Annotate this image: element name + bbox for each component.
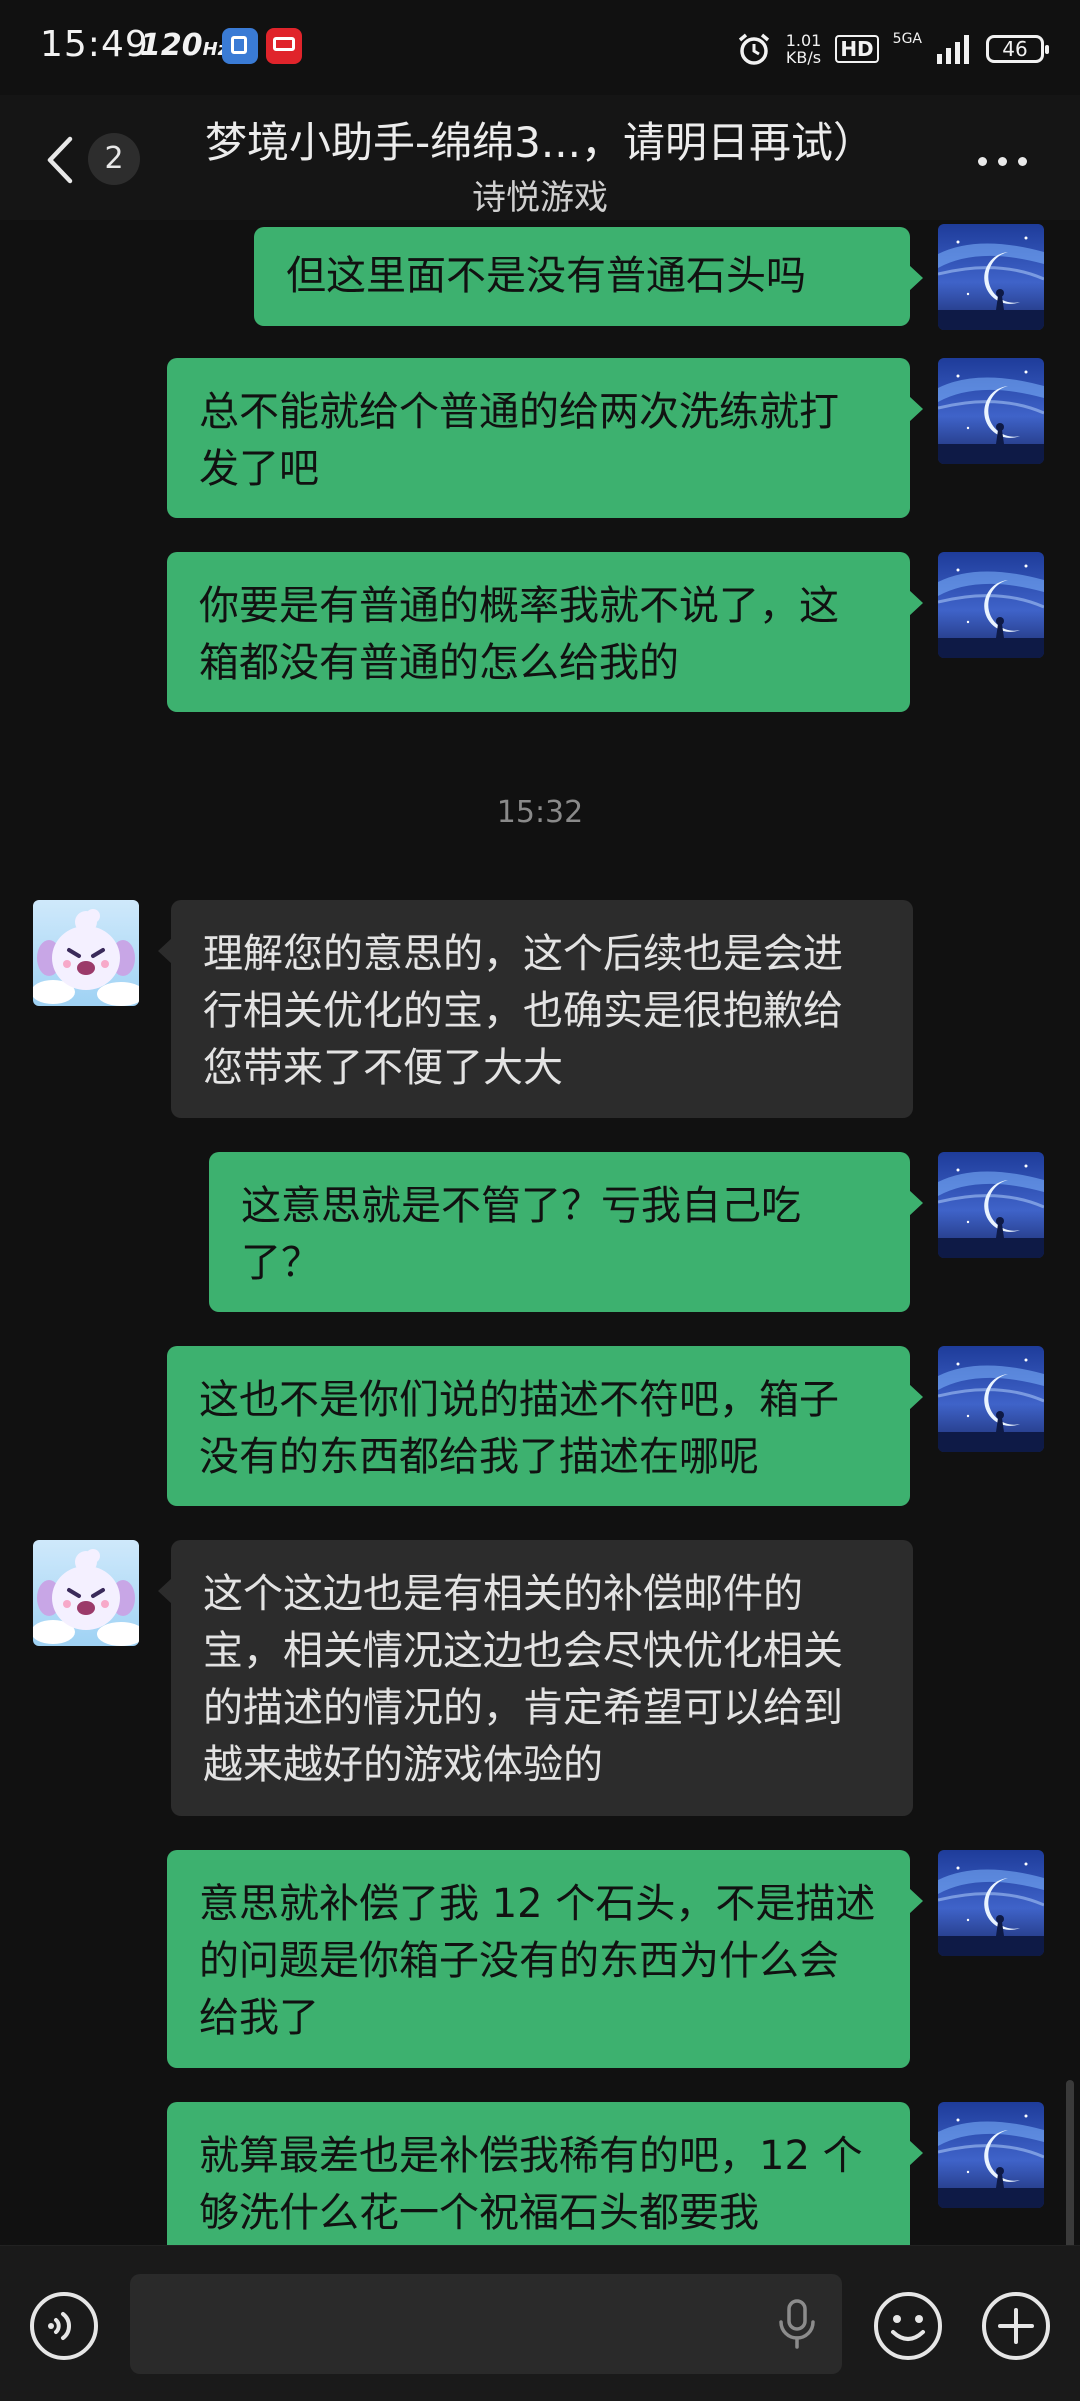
night-sky-avatar-icon bbox=[938, 552, 1044, 658]
refresh-rate: 120Hz bbox=[140, 28, 229, 63]
network-type: 5GA bbox=[892, 31, 922, 47]
plus-icon bbox=[982, 2292, 1050, 2360]
input-bar bbox=[0, 2245, 1080, 2401]
network-speed: 1.01 KB/s bbox=[785, 31, 822, 67]
my-avatar[interactable] bbox=[938, 1850, 1044, 1956]
cloud-bear-avatar-icon bbox=[33, 900, 139, 1006]
hd-badge: HD bbox=[835, 35, 879, 63]
my-avatar[interactable] bbox=[938, 224, 1044, 330]
app-notification-icon bbox=[266, 28, 302, 64]
cloud-bear-avatar-icon bbox=[33, 1540, 139, 1646]
my-avatar[interactable] bbox=[938, 1152, 1044, 1258]
message-timestamp: 15:32 bbox=[496, 795, 584, 830]
unread-count-badge[interactable]: 2 bbox=[88, 133, 140, 185]
outgoing-message-bubble[interactable]: 总不能就给个普通的给两次洗练就打发了吧 bbox=[167, 358, 923, 518]
incoming-message-bubble[interactable]: 这个这边也是有相关的补偿邮件的宝，相关情况这边也会尽快优化相关的描述的情况的，肯… bbox=[158, 1540, 913, 1816]
signal-icon bbox=[936, 34, 972, 64]
assistant-avatar[interactable] bbox=[33, 1540, 139, 1646]
outgoing-message-bubble[interactable]: 你要是有普通的概率我就不说了，这箱都没有普通的怎么给我的 bbox=[167, 552, 923, 712]
night-sky-avatar-icon bbox=[938, 1346, 1044, 1452]
more-dot-icon bbox=[998, 157, 1007, 166]
chat-title: 梦境小助手-绵绵3...，请明日再试） bbox=[205, 118, 875, 167]
app-notification-icon bbox=[222, 28, 258, 64]
emoji-button[interactable] bbox=[872, 2290, 944, 2362]
alarm-icon bbox=[736, 31, 772, 67]
emoji-icon bbox=[874, 2292, 942, 2360]
night-sky-avatar-icon bbox=[938, 1850, 1044, 1956]
chat-subtitle: 诗悦游戏 bbox=[472, 178, 608, 218]
more-dot-icon bbox=[1018, 157, 1027, 166]
night-sky-avatar-icon bbox=[938, 1152, 1044, 1258]
battery-icon: 46 bbox=[986, 35, 1049, 63]
outgoing-message-bubble[interactable]: 但这里面不是没有普通石头吗 bbox=[254, 227, 923, 326]
voice-button[interactable] bbox=[28, 2290, 100, 2362]
my-avatar[interactable] bbox=[938, 552, 1044, 658]
chevron-left-icon bbox=[47, 136, 73, 184]
microphone-icon[interactable] bbox=[776, 2298, 818, 2350]
back-button[interactable] bbox=[40, 135, 80, 185]
my-avatar[interactable] bbox=[938, 1346, 1044, 1452]
outgoing-message-bubble[interactable]: 这意思就是不管了？亏我自己吃了？ bbox=[209, 1152, 923, 1312]
assistant-avatar[interactable] bbox=[33, 900, 139, 1006]
chat-header: 2 梦境小助手-绵绵3...，请明日再试） 诗悦游戏 bbox=[0, 95, 1080, 220]
night-sky-avatar-icon bbox=[938, 224, 1044, 330]
status-bar: 15:49 120Hz 1.01 KB/s HD 5GA 46 bbox=[0, 0, 1080, 95]
voice-icon bbox=[30, 2292, 98, 2360]
my-avatar[interactable] bbox=[938, 2102, 1044, 2208]
outgoing-message-bubble[interactable]: 这也不是你们说的描述不符吧，箱子没有的东西都给我了描述在哪呢 bbox=[167, 1346, 923, 1506]
status-time: 15:49 bbox=[40, 24, 149, 65]
more-actions-button[interactable] bbox=[980, 2290, 1052, 2362]
message-list[interactable]: 但这里面不是没有普通石头吗 总不能就给个普通的给两次洗练就打发了吧 你要是有普通… bbox=[0, 220, 1080, 2245]
my-avatar[interactable] bbox=[938, 358, 1044, 464]
outgoing-message-bubble[interactable]: 就算最差也是补偿我稀有的吧，12 个够洗什么花一个祝福石头都要我 bbox=[167, 2102, 923, 2245]
night-sky-avatar-icon bbox=[938, 2102, 1044, 2208]
night-sky-avatar-icon bbox=[938, 358, 1044, 464]
outgoing-message-bubble[interactable]: 意思就补偿了我 12 个石头，不是描述的问题是你箱子没有的东西为什么会给我了 bbox=[167, 1850, 923, 2068]
scrollbar[interactable] bbox=[1066, 2080, 1074, 2245]
message-input[interactable] bbox=[130, 2274, 842, 2374]
status-indicators: 1.01 KB/s HD 5GA 46 bbox=[736, 24, 1049, 74]
incoming-message-bubble[interactable]: 理解您的意思的，这个后续也是会进行相关优化的宝，也确实是很抱歉给您带来了不便了大… bbox=[158, 900, 913, 1118]
more-options-button[interactable] bbox=[978, 157, 1028, 169]
more-dot-icon bbox=[978, 157, 987, 166]
